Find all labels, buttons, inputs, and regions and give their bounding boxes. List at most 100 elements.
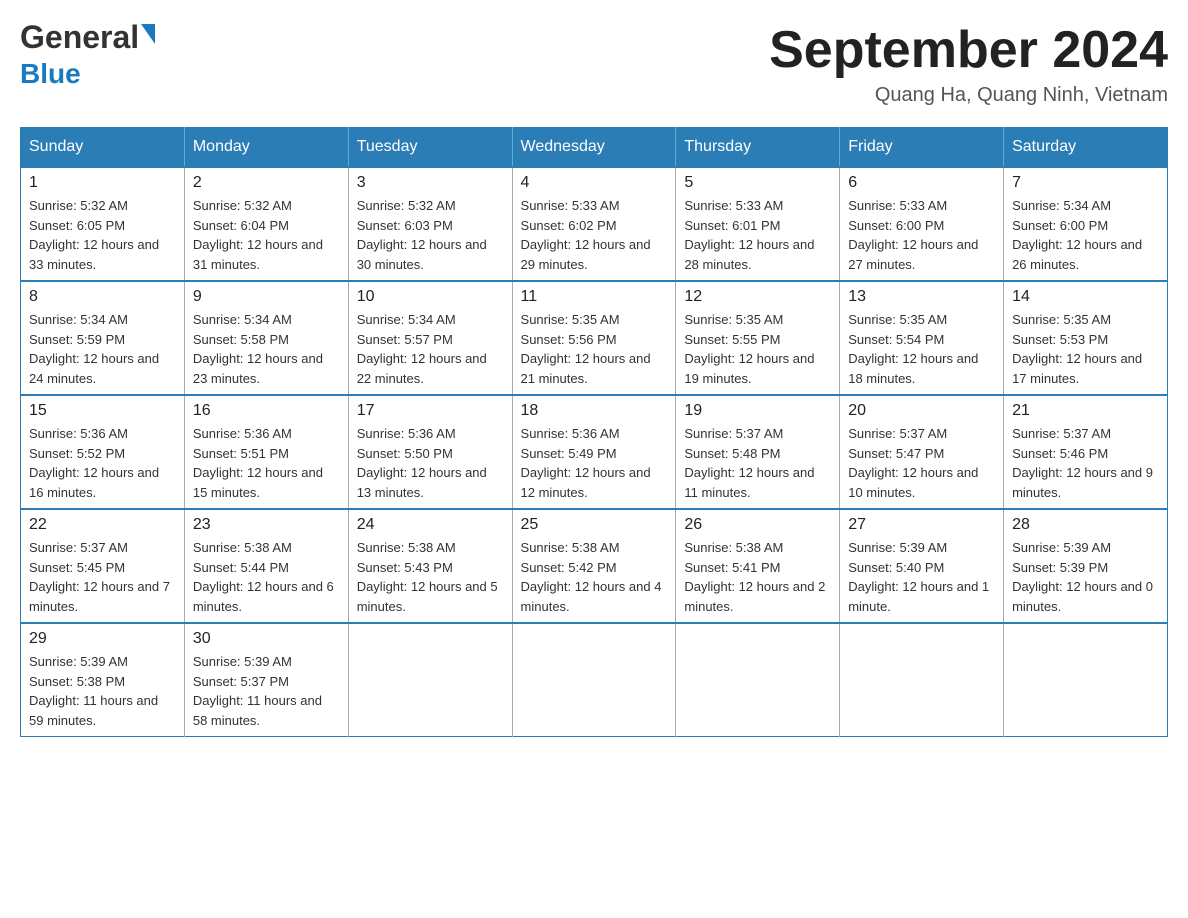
day-number: 16	[193, 402, 340, 420]
day-number: 6	[848, 174, 995, 192]
day-number: 8	[29, 288, 176, 306]
day-number: 9	[193, 288, 340, 306]
logo: General Blue	[20, 20, 155, 90]
day-info: Sunrise: 5:36 AM Sunset: 5:50 PM Dayligh…	[357, 424, 504, 502]
day-number: 12	[684, 288, 831, 306]
day-number: 3	[357, 174, 504, 192]
calendar-cell	[1004, 623, 1168, 737]
day-info: Sunrise: 5:34 AM Sunset: 5:59 PM Dayligh…	[29, 310, 176, 388]
day-number: 28	[1012, 516, 1159, 534]
day-info: Sunrise: 5:35 AM Sunset: 5:54 PM Dayligh…	[848, 310, 995, 388]
col-tuesday: Tuesday	[348, 128, 512, 168]
day-info: Sunrise: 5:36 AM Sunset: 5:52 PM Dayligh…	[29, 424, 176, 502]
col-friday: Friday	[840, 128, 1004, 168]
calendar-cell: 15 Sunrise: 5:36 AM Sunset: 5:52 PM Dayl…	[21, 395, 185, 509]
calendar-cell	[676, 623, 840, 737]
day-info: Sunrise: 5:36 AM Sunset: 5:51 PM Dayligh…	[193, 424, 340, 502]
calendar-cell: 8 Sunrise: 5:34 AM Sunset: 5:59 PM Dayli…	[21, 281, 185, 395]
calendar-cell: 24 Sunrise: 5:38 AM Sunset: 5:43 PM Dayl…	[348, 509, 512, 623]
day-info: Sunrise: 5:36 AM Sunset: 5:49 PM Dayligh…	[521, 424, 668, 502]
calendar-cell: 29 Sunrise: 5:39 AM Sunset: 5:38 PM Dayl…	[21, 623, 185, 737]
day-number: 2	[193, 174, 340, 192]
day-info: Sunrise: 5:38 AM Sunset: 5:43 PM Dayligh…	[357, 538, 504, 616]
day-number: 29	[29, 630, 176, 648]
calendar-week-row: 29 Sunrise: 5:39 AM Sunset: 5:38 PM Dayl…	[21, 623, 1168, 737]
day-info: Sunrise: 5:38 AM Sunset: 5:42 PM Dayligh…	[521, 538, 668, 616]
calendar-cell: 3 Sunrise: 5:32 AM Sunset: 6:03 PM Dayli…	[348, 167, 512, 281]
day-info: Sunrise: 5:35 AM Sunset: 5:55 PM Dayligh…	[684, 310, 831, 388]
calendar-week-row: 8 Sunrise: 5:34 AM Sunset: 5:59 PM Dayli…	[21, 281, 1168, 395]
calendar-table: Sunday Monday Tuesday Wednesday Thursday…	[20, 127, 1168, 737]
calendar-cell: 4 Sunrise: 5:33 AM Sunset: 6:02 PM Dayli…	[512, 167, 676, 281]
day-info: Sunrise: 5:33 AM Sunset: 6:01 PM Dayligh…	[684, 196, 831, 274]
day-info: Sunrise: 5:34 AM Sunset: 5:57 PM Dayligh…	[357, 310, 504, 388]
day-info: Sunrise: 5:33 AM Sunset: 6:00 PM Dayligh…	[848, 196, 995, 274]
page-header: General Blue September 2024 Quang Ha, Qu…	[20, 20, 1168, 107]
calendar-cell: 21 Sunrise: 5:37 AM Sunset: 5:46 PM Dayl…	[1004, 395, 1168, 509]
day-info: Sunrise: 5:37 AM Sunset: 5:47 PM Dayligh…	[848, 424, 995, 502]
calendar-cell: 19 Sunrise: 5:37 AM Sunset: 5:48 PM Dayl…	[676, 395, 840, 509]
calendar-header-row: Sunday Monday Tuesday Wednesday Thursday…	[21, 128, 1168, 168]
calendar-week-row: 1 Sunrise: 5:32 AM Sunset: 6:05 PM Dayli…	[21, 167, 1168, 281]
subtitle: Quang Ha, Quang Ninh, Vietnam	[769, 84, 1168, 107]
calendar-week-row: 15 Sunrise: 5:36 AM Sunset: 5:52 PM Dayl…	[21, 395, 1168, 509]
calendar-cell: 14 Sunrise: 5:35 AM Sunset: 5:53 PM Dayl…	[1004, 281, 1168, 395]
calendar-cell: 22 Sunrise: 5:37 AM Sunset: 5:45 PM Dayl…	[21, 509, 185, 623]
calendar-cell	[840, 623, 1004, 737]
calendar-cell: 18 Sunrise: 5:36 AM Sunset: 5:49 PM Dayl…	[512, 395, 676, 509]
day-info: Sunrise: 5:39 AM Sunset: 5:37 PM Dayligh…	[193, 652, 340, 730]
day-number: 25	[521, 516, 668, 534]
calendar-cell: 30 Sunrise: 5:39 AM Sunset: 5:37 PM Dayl…	[184, 623, 348, 737]
calendar-cell: 13 Sunrise: 5:35 AM Sunset: 5:54 PM Dayl…	[840, 281, 1004, 395]
day-info: Sunrise: 5:39 AM Sunset: 5:38 PM Dayligh…	[29, 652, 176, 730]
col-sunday: Sunday	[21, 128, 185, 168]
day-info: Sunrise: 5:32 AM Sunset: 6:04 PM Dayligh…	[193, 196, 340, 274]
calendar-cell: 27 Sunrise: 5:39 AM Sunset: 5:40 PM Dayl…	[840, 509, 1004, 623]
calendar-cell: 20 Sunrise: 5:37 AM Sunset: 5:47 PM Dayl…	[840, 395, 1004, 509]
logo-blue: Blue	[20, 58, 81, 89]
calendar-cell	[348, 623, 512, 737]
calendar-cell: 9 Sunrise: 5:34 AM Sunset: 5:58 PM Dayli…	[184, 281, 348, 395]
day-number: 20	[848, 402, 995, 420]
day-info: Sunrise: 5:37 AM Sunset: 5:45 PM Dayligh…	[29, 538, 176, 616]
calendar-cell: 1 Sunrise: 5:32 AM Sunset: 6:05 PM Dayli…	[21, 167, 185, 281]
day-number: 7	[1012, 174, 1159, 192]
day-number: 17	[357, 402, 504, 420]
col-wednesday: Wednesday	[512, 128, 676, 168]
day-number: 23	[193, 516, 340, 534]
col-monday: Monday	[184, 128, 348, 168]
day-number: 15	[29, 402, 176, 420]
col-thursday: Thursday	[676, 128, 840, 168]
day-number: 21	[1012, 402, 1159, 420]
calendar-cell: 7 Sunrise: 5:34 AM Sunset: 6:00 PM Dayli…	[1004, 167, 1168, 281]
day-info: Sunrise: 5:38 AM Sunset: 5:41 PM Dayligh…	[684, 538, 831, 616]
calendar-cell: 23 Sunrise: 5:38 AM Sunset: 5:44 PM Dayl…	[184, 509, 348, 623]
main-title: September 2024	[769, 20, 1168, 80]
title-section: September 2024 Quang Ha, Quang Ninh, Vie…	[769, 20, 1168, 107]
day-number: 14	[1012, 288, 1159, 306]
day-info: Sunrise: 5:37 AM Sunset: 5:48 PM Dayligh…	[684, 424, 831, 502]
day-info: Sunrise: 5:32 AM Sunset: 6:05 PM Dayligh…	[29, 196, 176, 274]
day-number: 26	[684, 516, 831, 534]
calendar-cell: 6 Sunrise: 5:33 AM Sunset: 6:00 PM Dayli…	[840, 167, 1004, 281]
calendar-cell: 5 Sunrise: 5:33 AM Sunset: 6:01 PM Dayli…	[676, 167, 840, 281]
day-number: 11	[521, 288, 668, 306]
day-info: Sunrise: 5:33 AM Sunset: 6:02 PM Dayligh…	[521, 196, 668, 274]
calendar-cell: 28 Sunrise: 5:39 AM Sunset: 5:39 PM Dayl…	[1004, 509, 1168, 623]
day-info: Sunrise: 5:39 AM Sunset: 5:39 PM Dayligh…	[1012, 538, 1159, 616]
calendar-cell: 25 Sunrise: 5:38 AM Sunset: 5:42 PM Dayl…	[512, 509, 676, 623]
day-number: 24	[357, 516, 504, 534]
day-number: 19	[684, 402, 831, 420]
calendar-cell: 17 Sunrise: 5:36 AM Sunset: 5:50 PM Dayl…	[348, 395, 512, 509]
day-number: 22	[29, 516, 176, 534]
calendar-cell: 11 Sunrise: 5:35 AM Sunset: 5:56 PM Dayl…	[512, 281, 676, 395]
calendar-cell: 12 Sunrise: 5:35 AM Sunset: 5:55 PM Dayl…	[676, 281, 840, 395]
calendar-cell: 26 Sunrise: 5:38 AM Sunset: 5:41 PM Dayl…	[676, 509, 840, 623]
day-info: Sunrise: 5:37 AM Sunset: 5:46 PM Dayligh…	[1012, 424, 1159, 502]
day-number: 4	[521, 174, 668, 192]
calendar-cell	[512, 623, 676, 737]
logo-general: General	[20, 19, 139, 55]
day-info: Sunrise: 5:35 AM Sunset: 5:53 PM Dayligh…	[1012, 310, 1159, 388]
day-number: 10	[357, 288, 504, 306]
day-number: 18	[521, 402, 668, 420]
